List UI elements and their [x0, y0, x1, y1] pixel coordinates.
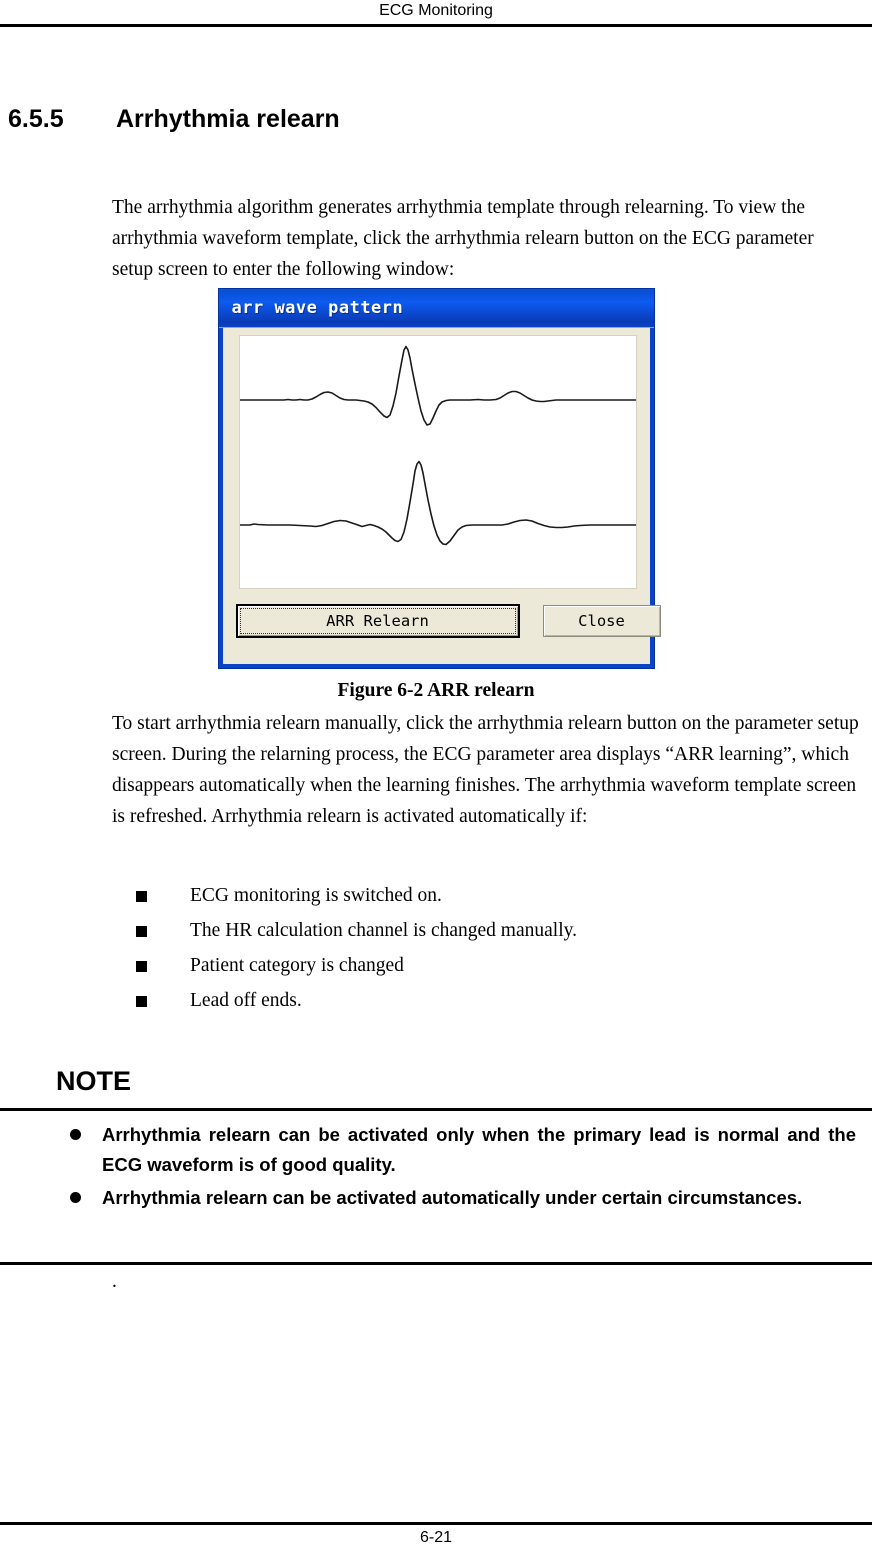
page-number: 6-21 [419, 1529, 453, 1546]
note-divider-top [0, 1108, 872, 1111]
square-bullet-icon [136, 996, 147, 1007]
arr-wave-pattern-dialog: arr wave pattern ARR Relearn Close [217, 288, 661, 669]
close-button[interactable]: Close [542, 605, 661, 637]
after-figure-paragraph: To start arrhythmia relearn manually, cl… [112, 713, 859, 827]
footer-divider [0, 1522, 872, 1525]
ecg-waveform-upper [239, 345, 636, 426]
section-number: 6.5.5 [8, 105, 64, 133]
intro-paragraph: The arrhythmia algorithm generates arrhy… [112, 197, 814, 280]
note-list-item: Arrhythmia relearn can be activated auto… [56, 1183, 856, 1213]
running-header: ECG Monitoring [379, 2, 493, 19]
square-bullet-icon [136, 961, 147, 972]
list-item: Lead off ends. [136, 983, 836, 1018]
arr-relearn-button-label: ARR Relearn [326, 612, 429, 630]
section-title: Arrhythmia relearn [116, 105, 340, 133]
square-bullet-icon [136, 926, 147, 937]
square-bullet-icon [136, 891, 147, 902]
dialog-title-text: arr wave pattern [231, 298, 404, 318]
list-item: ECG monitoring is switched on. [136, 878, 836, 913]
round-bullet-icon [70, 1192, 81, 1203]
dialog-client-area: ARR Relearn Close [222, 328, 661, 664]
note-list: Arrhythmia relearn can be activated only… [56, 1120, 856, 1216]
list-item-label: Lead off ends. [190, 990, 302, 1011]
figure-caption: Figure 6-2 ARR relearn [337, 680, 535, 701]
header-divider [0, 24, 872, 27]
list-item-label: The HR calculation channel is changed ma… [190, 920, 577, 941]
trailing-text: . [112, 1271, 117, 1292]
note-list-item: Arrhythmia relearn can be activated only… [56, 1120, 856, 1180]
note-divider-bottom [0, 1262, 872, 1265]
note-heading: NOTE [56, 1066, 132, 1096]
ecg-template-waveforms [239, 345, 636, 546]
page-title: 6.5.5 Arrhythmia relearn [8, 104, 340, 134]
arr-relearn-button[interactable]: ARR Relearn [235, 604, 520, 638]
note-item-label: Arrhythmia relearn can be activated only… [102, 1124, 856, 1175]
note-item-label: Arrhythmia relearn can be activated auto… [102, 1187, 803, 1208]
figure-arr-relearn: arr wave pattern ARR Relearn Close [0, 288, 872, 669]
arrhythmia-waveform-panel [238, 335, 637, 589]
auto-trigger-list: ECG monitoring is switched on. The HR ca… [136, 878, 836, 1018]
list-item-label: Patient category is changed [190, 955, 404, 976]
dialog-button-row: ARR Relearn Close [223, 604, 661, 654]
round-bullet-icon [70, 1129, 81, 1140]
ecg-waveform-lower [239, 460, 636, 546]
list-item-label: ECG monitoring is switched on. [190, 885, 442, 906]
list-item: Patient category is changed [136, 948, 836, 983]
list-item: The HR calculation channel is changed ma… [136, 913, 836, 948]
dialog-titlebar: arr wave pattern [218, 289, 654, 328]
